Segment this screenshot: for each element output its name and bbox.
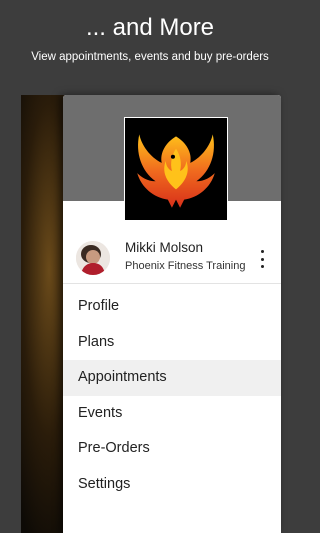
profile-row[interactable]: Mikki Molson Phoenix Fitness Training: [63, 235, 281, 284]
menu-item-settings[interactable]: Settings: [63, 467, 281, 503]
navigation-drawer: Mikki Molson Phoenix Fitness Training Pr…: [63, 95, 281, 533]
more-vert-icon[interactable]: [255, 248, 269, 270]
phoenix-logo-icon: [137, 134, 215, 208]
menu-item-plans[interactable]: Plans: [63, 325, 281, 361]
phoenix-logo: [124, 117, 228, 221]
promo-subtitle: View appointments, events and buy pre-or…: [31, 51, 269, 63]
promo-title: ... and More: [85, 14, 215, 41]
drawer-menu: Profile Plans Appointments Events Pre-Or…: [63, 289, 281, 502]
menu-item-profile[interactable]: Profile: [63, 289, 281, 325]
user-organization: Phoenix Fitness Training: [125, 260, 246, 272]
menu-item-appointments[interactable]: Appointments: [63, 360, 281, 396]
avatar-icon: [76, 241, 110, 275]
user-name: Mikki Molson: [125, 240, 204, 255]
menu-item-events[interactable]: Events: [63, 396, 281, 432]
menu-item-pre-orders[interactable]: Pre-Orders: [63, 431, 281, 467]
avatar: [76, 241, 110, 275]
